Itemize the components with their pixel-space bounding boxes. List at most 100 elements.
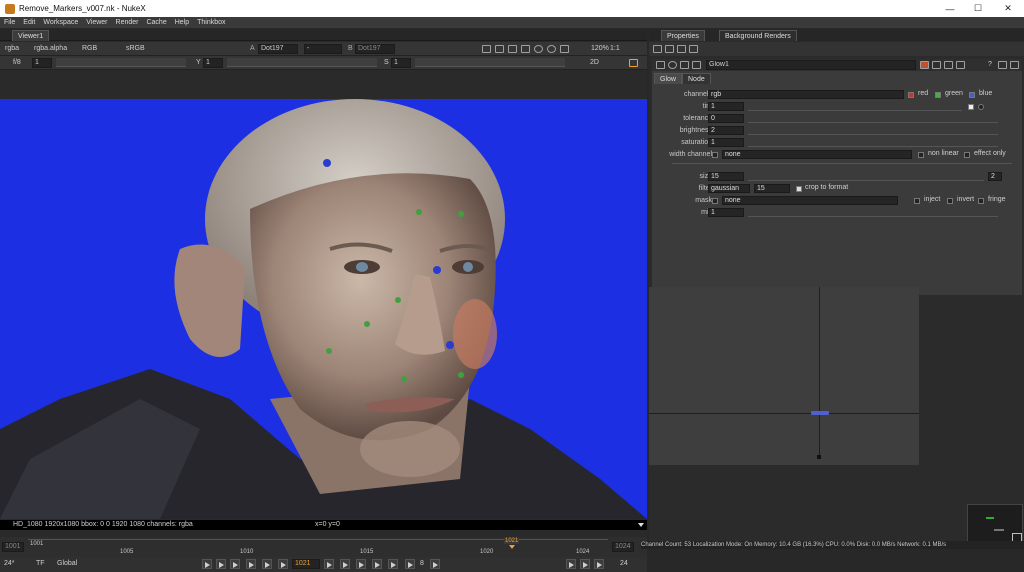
tolerance-slider[interactable] (748, 114, 998, 123)
skip-forward-button[interactable] (430, 559, 440, 569)
bounce-button[interactable] (594, 559, 604, 569)
frame-step-field[interactable]: 8 (420, 559, 424, 569)
dot-node[interactable] (811, 411, 829, 415)
menu-viewer[interactable]: Viewer (82, 19, 111, 26)
tint-input[interactable]: 1 (708, 102, 744, 111)
mix-slider[interactable] (748, 208, 998, 217)
tab-properties[interactable]: Properties (661, 30, 705, 41)
a-input-dropdown[interactable]: Dot197 (258, 44, 298, 54)
fringe-checkbox[interactable] (978, 198, 984, 204)
minimize-button[interactable]: — (935, 0, 965, 17)
flipbook-button[interactable] (566, 559, 576, 569)
menu-thinkbox[interactable]: Thinkbox (193, 19, 229, 26)
roi-icon[interactable] (482, 45, 491, 53)
fps-dropdown[interactable]: 24* (4, 559, 15, 569)
maximize-button[interactable]: ☐ (963, 0, 993, 17)
node-color-icon[interactable] (680, 61, 689, 69)
menu-cache[interactable]: Cache (142, 19, 170, 26)
node-graph[interactable] (649, 287, 919, 465)
menu-render[interactable]: Render (112, 19, 143, 26)
wipe-icon[interactable] (508, 45, 517, 53)
viewer-image[interactable] (0, 99, 647, 519)
prev-keyframe-button[interactable] (230, 559, 240, 569)
node-output-point[interactable] (817, 455, 821, 459)
gamma-slider[interactable] (227, 58, 377, 67)
blue-checkbox[interactable] (969, 92, 975, 98)
paint-brush-icon[interactable] (629, 59, 638, 67)
mask-checkbox[interactable] (712, 198, 718, 204)
color-picker-icon[interactable] (978, 104, 984, 110)
size-slider[interactable] (748, 172, 984, 181)
timeline-ruler[interactable]: 1001 1005 1010 1015 1020 1024 1021 (28, 538, 608, 555)
inject-checkbox[interactable] (914, 198, 920, 204)
gain-slider[interactable] (56, 58, 186, 67)
next-keyframe-button[interactable] (372, 559, 382, 569)
channels-dropdown[interactable]: rgba (5, 44, 19, 54)
tab-glow[interactable]: Glow (654, 73, 682, 84)
green-checkbox[interactable] (935, 92, 941, 98)
ratio-dropdown[interactable]: 1:1 (610, 44, 620, 54)
pin-icon[interactable] (944, 61, 953, 69)
loop-button[interactable] (202, 559, 212, 569)
node-icon[interactable] (692, 61, 701, 69)
effect-only-checkbox[interactable] (964, 152, 970, 158)
current-frame-field[interactable]: 1021 (292, 559, 320, 569)
copy-icon[interactable] (956, 61, 965, 69)
overlay-icon[interactable] (521, 45, 530, 53)
channels-dropdown[interactable]: rgb (708, 90, 904, 99)
invert-checkbox[interactable] (947, 198, 953, 204)
non-linear-checkbox[interactable] (918, 152, 924, 158)
play-reverse-button[interactable] (278, 559, 288, 569)
a-b-operation-dropdown[interactable]: - (304, 44, 342, 54)
remove-panel-icon[interactable] (1010, 61, 1019, 69)
clear-icon[interactable] (677, 45, 686, 53)
tab-viewer1[interactable]: Viewer1 (12, 30, 50, 41)
alpha-dropdown[interactable]: rgba.alpha (34, 44, 67, 54)
menu-help[interactable]: Help (171, 19, 193, 26)
saturation-input[interactable]: 1 (708, 138, 744, 147)
gamma-input[interactable]: 1 (203, 58, 223, 68)
menu-workspace[interactable]: Workspace (39, 19, 82, 26)
mix-input[interactable]: 1 (708, 208, 744, 217)
tolerance-input[interactable]: 0 (708, 114, 744, 123)
float-icon[interactable] (932, 61, 941, 69)
saturation-input[interactable]: 1 (391, 58, 411, 68)
skip-back-button[interactable] (405, 559, 415, 569)
step-back-button[interactable] (262, 559, 272, 569)
playhead-icon[interactable] (509, 545, 515, 549)
tint-color-swatch[interactable] (968, 104, 974, 110)
close-button[interactable]: ✕ (993, 0, 1023, 17)
timeline[interactable]: 1001 1001 1005 1010 1015 1020 1024 1021 … (0, 537, 647, 557)
menu-edit[interactable]: Edit (19, 19, 39, 26)
out-point-field[interactable]: 1024 (612, 542, 634, 552)
filter-dropdown[interactable]: gaussian (708, 184, 750, 193)
collapse-icon[interactable] (656, 61, 665, 69)
tint-slider[interactable] (748, 102, 962, 111)
close-panel-icon[interactable] (998, 61, 1007, 69)
global-dropdown[interactable]: Global (57, 559, 77, 569)
lock-icon[interactable] (665, 45, 674, 53)
proxy-icon[interactable] (495, 45, 504, 53)
play-forward-button[interactable] (324, 559, 334, 569)
in-point-field[interactable]: 1001 (2, 542, 24, 552)
width-channel-checkbox[interactable] (712, 152, 718, 158)
gain-input[interactable]: 1 (32, 58, 52, 68)
tab-background-renders[interactable]: Background Renders (719, 30, 797, 41)
refresh-icon[interactable] (534, 45, 543, 53)
viewer-icon[interactable] (668, 61, 677, 69)
zoom-dropdown[interactable]: 120% (591, 44, 609, 54)
tf-dropdown[interactable]: TF (36, 559, 45, 569)
saturation-slider[interactable] (748, 138, 998, 147)
info-expand-icon[interactable] (638, 523, 644, 527)
menu-file[interactable]: File (0, 19, 19, 26)
prev-frame-button[interactable] (246, 559, 256, 569)
revert-icon[interactable] (920, 61, 929, 69)
red-checkbox[interactable] (908, 92, 914, 98)
last-frame-button[interactable] (388, 559, 398, 569)
pencil-icon[interactable] (689, 45, 698, 53)
width-channel-dropdown[interactable]: none (722, 150, 912, 159)
first-frame-button[interactable] (216, 559, 226, 569)
max-panels-icon[interactable] (653, 45, 662, 53)
size-input[interactable]: 15 (708, 172, 744, 181)
b-input-dropdown[interactable]: Dot197 (355, 44, 395, 54)
